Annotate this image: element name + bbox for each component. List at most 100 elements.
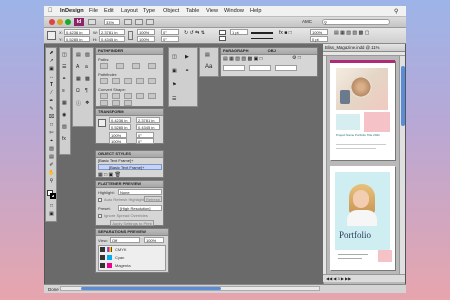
gap-tool-icon[interactable]: ↔	[47, 74, 56, 81]
ink-cyan[interactable]: Cyan	[115, 255, 124, 260]
menu-object[interactable]: Object	[163, 8, 179, 14]
minus-back-button[interactable]	[148, 78, 156, 84]
script-panel-icon[interactable]: ❖	[85, 100, 89, 106]
direct-selection-tool-icon[interactable]: ↗	[47, 58, 56, 65]
transform-title[interactable]: TRANSFORM	[96, 109, 163, 116]
align-panel-icon[interactable]: ▨	[85, 52, 90, 58]
ink-cmyk[interactable]: CMYK	[115, 247, 127, 252]
height-field[interactable]: 0.4345 in	[99, 36, 125, 42]
apple-icon[interactable]: 	[48, 8, 53, 14]
vertical-scroll-thumb[interactable]	[401, 66, 405, 126]
separations-zoom-field[interactable]: 100%	[144, 237, 164, 243]
pen-tool-icon[interactable]: ✒	[47, 98, 56, 105]
menu-window[interactable]: Window	[224, 8, 244, 14]
ink-magenta[interactable]: Magenta	[115, 263, 131, 268]
join-path-button[interactable]	[100, 63, 108, 69]
page-1[interactable]: Project Name Portfolio Title 2022	[330, 60, 395, 160]
menu-view[interactable]: View	[206, 8, 218, 14]
stroke-panel-icon[interactable]: ≡	[62, 88, 65, 94]
info-panel-icon[interactable]: ⓘ	[76, 100, 81, 107]
scale-y-field[interactable]: 100%	[137, 36, 155, 42]
pathfinder-title[interactable]: PATHFINDER	[96, 48, 163, 55]
page-2[interactable]: Portfolio	[330, 166, 395, 270]
screen-mode-normal-icon[interactable]: ▣	[47, 211, 56, 218]
opacity-field[interactable]: 100%	[310, 29, 328, 35]
prev-page-icon[interactable]: ◀	[333, 276, 336, 281]
exclude-overlap-button[interactable]	[136, 78, 144, 84]
effects-panel-icon[interactable]: fx	[62, 136, 66, 142]
interactive-icon[interactable]: ▶	[185, 54, 189, 60]
page-tool-icon[interactable]: ▣	[47, 66, 56, 73]
view-select[interactable]: Off	[110, 237, 140, 243]
rotate-flip-buttons[interactable]: ↻ ↺ ⇆ ⇅	[184, 30, 212, 41]
fill-swatch[interactable]	[219, 30, 226, 35]
refresh-button[interactable]: Refresh	[144, 196, 162, 202]
rotation-angle-field[interactable]: 0°	[161, 29, 179, 35]
menu-table[interactable]: Table	[186, 8, 199, 14]
zoom-tool-icon[interactable]: ⚲	[47, 178, 56, 185]
right-indent-field[interactable]	[249, 65, 271, 71]
arrange-documents-icon[interactable]	[146, 19, 154, 25]
y-field[interactable]: 0.5285 in	[64, 36, 90, 42]
next-page-icon[interactable]: ▶	[341, 276, 344, 281]
ink-eye-icon[interactable]	[100, 247, 105, 252]
pencil-tool-icon[interactable]: ✎	[47, 106, 56, 113]
scissors-tool-icon[interactable]: ✄	[47, 130, 56, 137]
text-wrap-panel-icon[interactable]: ▤	[76, 52, 81, 58]
gradient-tool-icon[interactable]: ▨	[47, 146, 56, 153]
zoom-level-field[interactable]: 33%	[104, 19, 120, 25]
object-styles-title[interactable]: OBJECT STYLES	[96, 151, 163, 158]
hand-tool-icon[interactable]: ✋	[47, 170, 56, 177]
screen-mode-icon[interactable]	[135, 19, 143, 25]
hyperlinks-icon[interactable]: ⚭	[185, 68, 189, 74]
menu-file[interactable]: File	[89, 8, 98, 14]
document-tab[interactable]: Bliss_Magazine.indd @ 11%	[323, 44, 405, 52]
convert-ellipse-button[interactable]	[136, 93, 144, 99]
ink-eye-icon[interactable]	[100, 255, 105, 260]
spotlight-icon[interactable]: ⚲	[394, 8, 398, 15]
paragraph-styles-icon[interactable]: Aa	[205, 64, 212, 70]
corner-size-field[interactable]: 0 pt	[310, 36, 328, 42]
flattener-title[interactable]: FLATTENER PREVIEW	[96, 181, 163, 188]
horizontal-scroll-thumb[interactable]	[81, 287, 221, 290]
open-path-button[interactable]	[116, 63, 124, 69]
type-tool-icon[interactable]: T	[47, 82, 56, 89]
buttons-icon[interactable]: ▣	[172, 68, 177, 74]
left-indent-field[interactable]	[223, 65, 245, 71]
close-window-button[interactable]	[49, 19, 55, 25]
stroke-swatch[interactable]	[219, 36, 226, 41]
transform-w-field[interactable]: 2.3781 in	[136, 117, 160, 123]
vertical-scrollbar[interactable]	[399, 56, 405, 274]
attributes-icon[interactable]: ☰	[172, 96, 176, 102]
last-page-icon[interactable]: ▶▶	[345, 276, 351, 281]
ignore-overrides-checkbox[interactable]	[98, 214, 102, 218]
transform-shear-field[interactable]: 0°	[136, 138, 154, 144]
data-merge-icon[interactable]: ◫	[172, 54, 177, 60]
object-styles-footer-icons[interactable]: ▦ □ ▣ 🗑	[98, 172, 121, 178]
cell-styles-icon[interactable]: ▩	[85, 76, 90, 82]
menu-layout[interactable]: Layout	[121, 8, 138, 14]
zoom-window-button[interactable]	[65, 19, 71, 25]
swatches-panel-icon[interactable]: ▦	[62, 100, 67, 106]
transform-scale-y-field[interactable]: 100%	[109, 138, 127, 144]
story-panel-icon[interactable]: ¶	[85, 88, 88, 94]
x-field[interactable]: 0.4236 in	[64, 29, 90, 35]
glyphs-panel-icon[interactable]: Ω	[76, 88, 80, 94]
constrain-proportions-icon[interactable]	[128, 31, 133, 40]
paragraph-side-icons[interactable]: ⚙ □	[292, 55, 316, 67]
selection-tool-icon[interactable]: ⬈	[47, 50, 56, 57]
width-field[interactable]: 2.3781 in	[99, 29, 125, 35]
page-number-field[interactable]: 3	[337, 276, 339, 281]
scale-x-field[interactable]: 100%	[137, 29, 155, 35]
first-page-icon[interactable]: ◀◀	[326, 276, 332, 281]
character-panel-icon[interactable]: A	[76, 64, 79, 70]
menu-edit[interactable]: Edit	[104, 8, 114, 14]
horizontal-scrollbar[interactable]	[60, 286, 320, 291]
workspace-switcher[interactable]: AMC	[302, 19, 312, 24]
intersect-shape-button[interactable]	[124, 78, 132, 84]
view-options-icon[interactable]	[124, 19, 132, 25]
convert-rounded-button[interactable]	[112, 93, 120, 99]
table-panel-icon[interactable]: ▦	[76, 76, 81, 82]
menu-help[interactable]: Help	[250, 8, 262, 14]
pages-panel-icon[interactable]: ◫	[62, 52, 67, 58]
